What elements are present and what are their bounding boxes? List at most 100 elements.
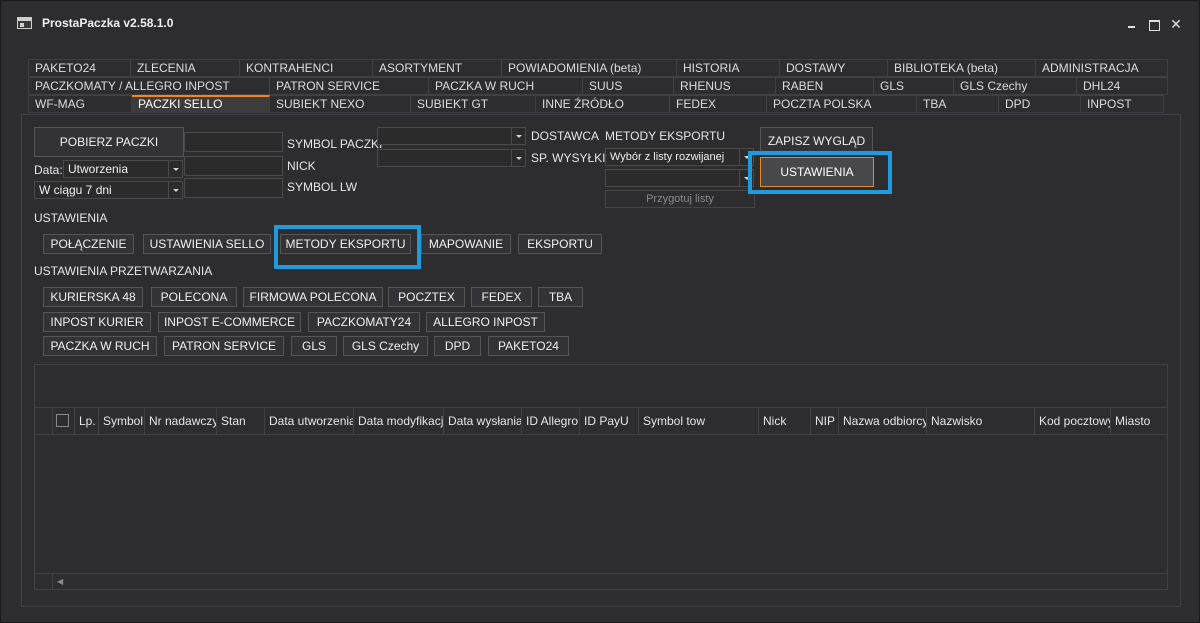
- inpost-kurier-button[interactable]: INPOST KURIER: [43, 312, 151, 332]
- paczka-w-ruch-button[interactable]: PACZKA W RUCH: [43, 336, 157, 356]
- fedex-button[interactable]: FEDEX: [471, 287, 532, 307]
- scroll-corner-cell: [35, 574, 53, 589]
- tab-powiadomienia[interactable]: POWIADOMIENIA (beta): [502, 59, 677, 77]
- column-header[interactable]: Symbol tow: [639, 408, 759, 434]
- tab-historia[interactable]: HISTORIA: [677, 59, 780, 77]
- date-range-select[interactable]: W ciągu 7 dni: [34, 181, 183, 199]
- tab-inpost[interactable]: INPOST: [1081, 95, 1164, 113]
- tab-dpd[interactable]: DPD: [999, 95, 1081, 113]
- column-header[interactable]: Nazwa odbiorcy: [839, 408, 927, 434]
- column-header[interactable]: Kod pocztowy: [1035, 408, 1111, 434]
- scroll-left-icon[interactable]: ◀: [57, 577, 63, 586]
- select-all-checkbox[interactable]: [56, 414, 69, 427]
- chevron-down-icon: [168, 161, 182, 177]
- column-header[interactable]: ID Allegro: [522, 408, 580, 434]
- nick-input[interactable]: [184, 156, 283, 176]
- dpd-button[interactable]: DPD: [434, 336, 481, 356]
- tab-row-1: PAKETO24 ZLECENIA KONTRAHENCI ASORTYMENT…: [28, 59, 1168, 77]
- tab-fedex[interactable]: FEDEX: [670, 95, 767, 113]
- column-header[interactable]: Data modyfikacji: [354, 408, 444, 434]
- metody-eksportu-select[interactable]: Wybór z listy rozwijanej: [605, 148, 754, 166]
- kurierska48-button[interactable]: KURIERSKA 48: [43, 287, 143, 307]
- window-title: ProstaPaczka v2.58.1.0: [42, 16, 174, 30]
- column-header[interactable]: Lp.: [75, 408, 99, 434]
- paketo24-button[interactable]: PAKETO24: [488, 336, 569, 356]
- mapowanie-button[interactable]: MAPOWANIE: [421, 234, 511, 254]
- column-header[interactable]: Data wysłania: [444, 408, 522, 434]
- date-label: Data:: [34, 163, 63, 177]
- allegro-inpost-button[interactable]: ALLEGRO INPOST: [426, 312, 545, 332]
- tab-paketo24[interactable]: PAKETO24: [28, 59, 131, 77]
- tab-dostawy[interactable]: DOSTAWY: [780, 59, 888, 77]
- column-header[interactable]: Data utworzenia: [265, 408, 354, 434]
- column-header[interactable]: Nazwisko: [927, 408, 1035, 434]
- tab-row-3: WF-MAG PACZKI SELLO SUBIEKT NEXO SUBIEKT…: [28, 95, 1164, 113]
- maximize-icon[interactable]: [1147, 17, 1161, 31]
- tab-wf-mag[interactable]: WF-MAG: [28, 95, 132, 113]
- symbol-paczki-label: SYMBOL PACZKI: [287, 137, 383, 151]
- tba-button[interactable]: TBA: [538, 287, 583, 307]
- metody-eksportu-list-select[interactable]: [605, 169, 754, 187]
- column-header[interactable]: Nr nadawczy: [145, 408, 217, 434]
- dostawca-select[interactable]: [377, 127, 526, 145]
- column-header[interactable]: NIP: [811, 408, 839, 434]
- eksportu-button[interactable]: EKSPORTU: [518, 234, 602, 254]
- polaczenie-button[interactable]: POŁĄCZENIE: [43, 234, 134, 254]
- prepare-lists-button[interactable]: Przygotuj listy: [605, 190, 755, 208]
- grid-header: Lp. Symbol Nr nadawczy Stan Data utworze…: [35, 407, 1167, 435]
- tab-asortyment[interactable]: ASORTYMENT: [373, 59, 502, 77]
- close-icon[interactable]: ✕: [1169, 17, 1183, 31]
- tab-paczki-sello[interactable]: PACZKI SELLO: [132, 95, 270, 113]
- processing-heading: USTAWIENIA PRZETWARZANIA: [34, 264, 213, 278]
- tab-suus[interactable]: SUUS: [583, 77, 674, 95]
- tab-dhl24[interactable]: DHL24: [1077, 77, 1168, 95]
- chevron-down-icon: [168, 182, 182, 198]
- tab-zlecenia[interactable]: ZLECENIA: [131, 59, 240, 77]
- tab-paczka-w-ruch[interactable]: PACZKA W RUCH: [429, 77, 583, 95]
- tab-rhenus[interactable]: RHENUS: [674, 77, 776, 95]
- row-header-cell: [35, 408, 53, 434]
- tab-patron-service[interactable]: PATRON SERVICE: [270, 77, 429, 95]
- gls-button[interactable]: GLS: [291, 336, 337, 356]
- horizontal-scrollbar[interactable]: ◀: [35, 573, 1167, 589]
- tab-biblioteka[interactable]: BIBLIOTEKA (beta): [888, 59, 1036, 77]
- patron-service-button[interactable]: PATRON SERVICE: [164, 336, 284, 356]
- minimize-icon[interactable]: [1125, 17, 1139, 31]
- pocztex-button[interactable]: POCZTEX: [388, 287, 465, 307]
- column-header[interactable]: Nick: [759, 408, 811, 434]
- column-header[interactable]: Miasto: [1111, 408, 1167, 434]
- dostawca-label: DOSTAWCA: [531, 129, 599, 143]
- tab-gls-czechy[interactable]: GLS Czechy: [954, 77, 1077, 95]
- sp-wysylki-label: SP. WYSYŁKI: [531, 151, 606, 165]
- tab-poczta-polska[interactable]: POCZTA POLSKA: [767, 95, 917, 113]
- tab-gls[interactable]: GLS: [874, 77, 954, 95]
- column-header[interactable]: ID PayU: [580, 408, 639, 434]
- date-range-value: W ciągu 7 dni: [39, 183, 112, 197]
- tab-subiekt-nexo[interactable]: SUBIEKT NEXO: [270, 95, 411, 113]
- title-bar: ProstaPaczka v2.58.1.0 ✕: [1, 1, 1199, 45]
- column-header[interactable]: Stan: [217, 408, 265, 434]
- gls-czechy-button[interactable]: GLS Czechy: [343, 336, 428, 356]
- paczkomaty24-button[interactable]: PACZKOMATY24: [308, 312, 420, 332]
- chevron-down-icon: [511, 128, 525, 144]
- symbol-lw-input[interactable]: [184, 178, 283, 198]
- tab-administracja[interactable]: ADMINISTRACJA: [1036, 59, 1168, 77]
- tab-raben[interactable]: RABEN: [776, 77, 874, 95]
- date-type-select[interactable]: Utworzenia: [63, 160, 183, 178]
- ustawienia-button[interactable]: USTAWIENIA: [760, 157, 874, 187]
- tab-inne-zrodlo[interactable]: INNE ŹRÓDŁO: [536, 95, 670, 113]
- tab-subiekt-gt[interactable]: SUBIEKT GT: [411, 95, 536, 113]
- ustawienia-sello-button[interactable]: USTAWIENIA SELLO: [143, 234, 271, 254]
- column-header[interactable]: Symbol: [99, 408, 145, 434]
- fetch-packages-button[interactable]: POBIERZ PACZKI: [34, 127, 184, 157]
- tab-tba[interactable]: TBA: [917, 95, 999, 113]
- tab-paczkomaty-allegro-inpost[interactable]: PACZKOMATY / ALLEGRO INPOST: [28, 77, 270, 95]
- metody-eksportu-button[interactable]: METODY EKSPORTU: [280, 234, 411, 254]
- tab-kontrahenci[interactable]: KONTRAHENCI: [240, 59, 373, 77]
- sp-wysylki-select[interactable]: [377, 149, 526, 167]
- chevron-down-icon: [511, 150, 525, 166]
- symbol-paczki-input[interactable]: [184, 132, 283, 152]
- polecona-button[interactable]: POLECONA: [151, 287, 237, 307]
- firmowa-polecona-button[interactable]: FIRMOWA POLECONA: [243, 287, 383, 307]
- inpost-ecommerce-button[interactable]: INPOST E-COMMERCE: [158, 312, 301, 332]
